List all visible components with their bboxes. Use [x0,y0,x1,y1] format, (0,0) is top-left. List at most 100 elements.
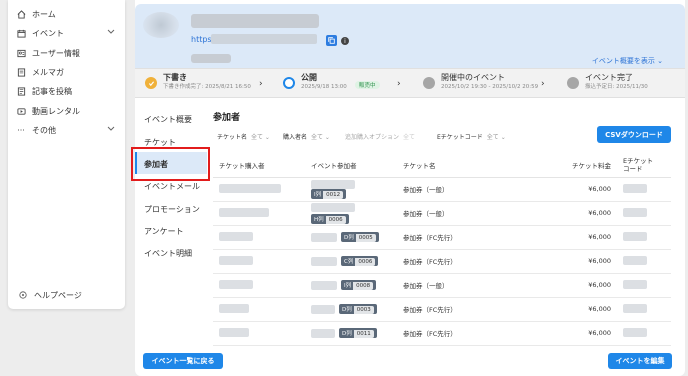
cell-ticket-name: 参加券（FC先行） [397,321,547,346]
subnav-survey[interactable]: アンケート [144,226,184,237]
filter-additional-option[interactable]: 追加購入オプション 全て [345,132,415,141]
table-row[interactable]: D列 0011 参加券（FC先行） ¥6,000 [213,321,671,346]
seat-row: D列 [342,331,352,337]
sidebar-item-post-article[interactable]: 記事を投稿 [16,84,119,98]
sidebar-item-label: ヘルプページ [34,290,82,300]
cell-price: ¥6,000 [547,249,617,274]
sidebar-item-newsletter[interactable]: メルマガ [16,65,119,79]
sidebar-item-event[interactable]: イベント [16,26,119,40]
subnav-event-overview[interactable]: イベント概要 [144,114,192,125]
chevron-right-icon: › [259,79,263,89]
back-to-event-list-button[interactable]: イベント一覧に戻る [143,353,223,369]
sidebar-item-label: その他 [32,125,56,135]
sidebar-item-other[interactable]: ··· その他 [16,123,119,137]
seat-number: 0003 [353,306,374,314]
cell-participant: C列 0006 [305,249,397,274]
buyer-redacted [219,183,281,193]
buyer-redacted [219,207,269,217]
pending-step-icon [567,77,579,89]
cell-buyer [213,321,305,346]
copy-url-button[interactable] [326,35,337,46]
seat-badge: H列 0006 [311,213,349,224]
subnav-event-mail[interactable]: イベントメール [144,181,200,192]
participant-redacted [311,256,337,266]
event-url[interactable]: https:// [191,33,321,45]
seat-row: H列 [314,216,324,223]
copy-icon [328,37,335,44]
seat-row: I列 [314,191,322,198]
filter-value: 全て [403,134,416,141]
cell-buyer [213,177,305,202]
subnav-event-statement[interactable]: イベント明細 [144,248,192,259]
table-row[interactable]: D列 0005 参加券（FC先行） ¥6,000 [213,225,671,250]
cell-participant: I列 0012 [305,177,397,202]
csv-download-button[interactable]: CSVダウンロード [597,126,671,143]
sidebar-item-home[interactable]: ホーム [16,7,119,21]
sidebar-item-video-rental[interactable]: 動画レンタル [16,104,119,118]
buyer-redacted [219,255,253,265]
table-row[interactable]: D列 0003 参加券（FC先行） ¥6,000 [213,297,671,322]
participant-redacted [311,232,337,242]
chevron-down-icon [107,28,115,37]
participants-table: チケット購入者 イベント参加者 チケット名 チケット料金 Eチケット コード I… [213,153,671,346]
edit-event-button[interactable]: イベントを編集 [608,353,672,369]
cell-participant: D列 0011 [305,321,397,346]
participant-redacted [311,179,355,189]
subnav-promotion[interactable]: プロモーション [144,204,200,215]
table-row[interactable]: C列 0006 参加券（FC先行） ¥6,000 [213,249,671,274]
buyer-redacted [219,231,253,241]
eticket-redacted [623,207,647,217]
buyer-redacted [219,303,249,313]
cell-buyer [213,297,305,322]
cell-eticket-code [617,273,671,298]
event-meta-redacted [191,54,231,63]
table-row[interactable]: I列 0008 参加券（一般） ¥6,000 [213,273,671,298]
step-ongoing: 開催中のイベント 2025/10/2 19:30 - 2025/10/2 20:5… [423,73,538,92]
sidebar-item-label: 記事を投稿 [32,86,72,96]
more-icon: ··· [17,125,25,135]
info-icon[interactable]: i [341,37,349,45]
current-step-icon [283,77,295,89]
filter-ticket-name[interactable]: チケット名 全て ⌄ [217,132,270,141]
table-row[interactable]: H列 0006 参加券（一般） ¥6,000 [213,201,671,226]
filter-label: 追加購入オプション [345,134,400,141]
cell-participant: I列 0008 [305,273,397,298]
seat-badge: D列 0011 [339,328,377,338]
step-detail: 2025/10/2 19:30 - 2025/10/2 20:59 [441,84,539,90]
col-price: チケット料金 [547,153,617,178]
table-row[interactable]: I列 0012 参加券（一般） ¥6,000 [213,177,671,202]
user-card-icon [16,48,26,58]
participant-redacted [311,202,355,212]
main-panel: https:// i イベント概要を表示 ⌄ 下書き 下書き作成完了: 2025/… [135,0,685,376]
step-detail: 振込予定日: 2025/11/30 [585,84,648,90]
cell-price: ¥6,000 [547,297,617,322]
show-event-summary-link[interactable]: イベント概要を表示 ⌄ [592,56,663,66]
sidebar-item-help[interactable]: ヘルプページ [18,288,119,302]
filter-eticket-code[interactable]: Eチケットコード 全て ⌄ [437,132,506,141]
filter-label: 購入者名 [283,134,308,141]
sidebar-item-user-info[interactable]: ユーザー情報 [16,46,119,60]
col-ticket-name: チケット名 [397,153,547,178]
document-icon [16,86,26,96]
seat-row: I列 [344,283,352,289]
step-title: 公開 [301,73,317,82]
cell-eticket-code [617,321,671,346]
seat-number: 0012 [323,190,344,199]
seat-row: C列 [344,259,354,265]
filter-buyer-name[interactable]: 購入者名 全て ⌄ [283,132,330,141]
cell-ticket-name: 参加券（一般） [397,273,547,298]
event-title-redacted [191,14,319,28]
filter-label: チケット名 [217,134,248,141]
seat-row: D列 [344,235,354,241]
cell-eticket-code [617,249,671,274]
step-published: 公開 2025/9/18 13:00 [283,73,347,92]
cell-participant: D列 0005 [305,225,397,250]
seat-badge: D列 0003 [339,304,377,314]
participant-redacted [311,328,335,338]
cell-buyer [213,249,305,274]
seat-badge: D列 0005 [341,232,379,242]
filter-value: 全て ⌄ [311,134,330,141]
cell-participant: D列 0003 [305,297,397,322]
cell-ticket-name: 参加券（FC先行） [397,225,547,250]
step-detail: 2025/9/18 13:00 [301,84,347,90]
